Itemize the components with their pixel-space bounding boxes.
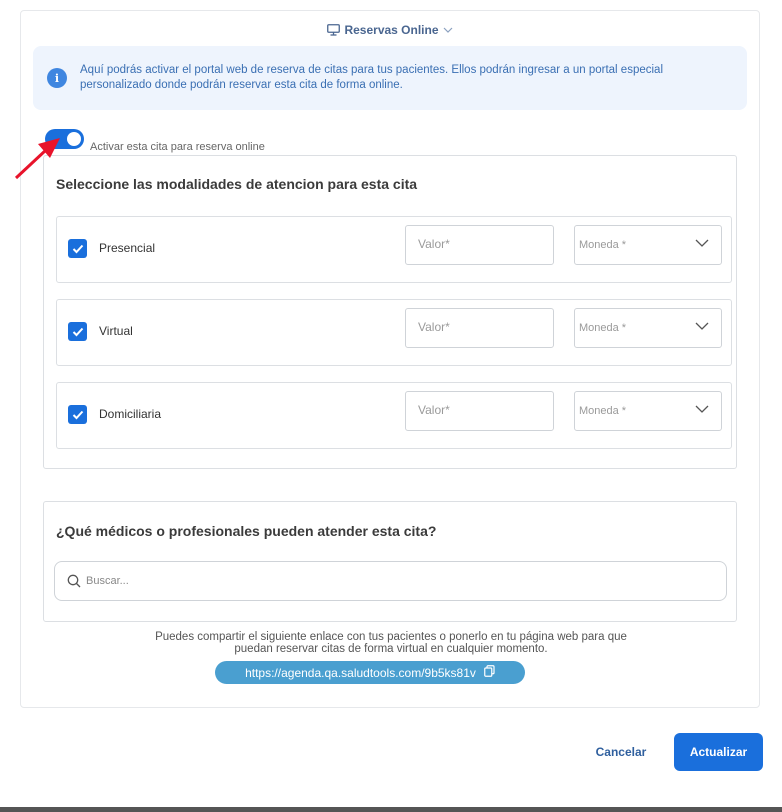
- modality-label: Virtual: [99, 324, 133, 338]
- share-line-1: Puedes compartir el siguiente enlace con…: [155, 631, 627, 643]
- check-icon: [72, 410, 83, 419]
- modality-row: Domiciliaria Valor* Moneda *: [56, 382, 732, 449]
- modality-label: Presencial: [99, 241, 156, 255]
- search-placeholder: Buscar...: [86, 575, 129, 587]
- info-text: Aquí podrás activar el portal web de res…: [80, 64, 663, 91]
- share-line-2: puedan reservar citas de forma virtual e…: [234, 643, 548, 655]
- moneda-placeholder: Moneda *: [579, 322, 627, 334]
- moneda-select[interactable]: Moneda *: [574, 308, 722, 348]
- modality-row: Presencial Valor* Moneda *: [56, 216, 732, 283]
- section-header[interactable]: Reservas Online: [21, 21, 759, 39]
- search-icon: [67, 574, 81, 588]
- professionals-search-input[interactable]: Buscar...: [54, 561, 727, 601]
- update-button[interactable]: Actualizar: [674, 733, 763, 771]
- annotation-arrow-icon: [14, 138, 60, 180]
- valor-input[interactable]: Valor*: [405, 391, 554, 431]
- copy-icon[interactable]: [484, 665, 495, 680]
- bottom-edge: [0, 807, 782, 812]
- domiciliaria-checkbox[interactable]: [68, 405, 87, 424]
- share-description: Puedes compartir el siguiente enlace con…: [0, 631, 782, 655]
- valor-input[interactable]: Valor*: [405, 308, 554, 348]
- moneda-placeholder: Moneda *: [579, 405, 627, 417]
- chevron-down-icon: [695, 322, 709, 330]
- chevron-down-icon: [443, 27, 453, 33]
- moneda-select[interactable]: Moneda *: [574, 391, 722, 431]
- info-banner: i Aquí podrás activar el portal web de r…: [33, 46, 747, 110]
- booking-url: https://agenda.qa.saludtools.com/9b5ks81…: [245, 665, 476, 680]
- modalities-section: Seleccione las modalidades de atencion p…: [43, 155, 737, 469]
- professionals-title: ¿Qué médicos o profesionales pueden aten…: [56, 523, 437, 539]
- modality-row: Virtual Valor* Moneda *: [56, 299, 732, 366]
- chevron-down-icon: [695, 405, 709, 413]
- moneda-placeholder: Moneda *: [579, 239, 627, 251]
- modalities-title: Seleccione las modalidades de atencion p…: [56, 176, 418, 192]
- online-booking-card: Reservas Online i Aquí podrás activar el…: [20, 10, 760, 708]
- check-icon: [72, 327, 83, 336]
- moneda-select[interactable]: Moneda *: [574, 225, 722, 265]
- toggle-label: Activar esta cita para reserva online: [90, 141, 265, 153]
- monitor-icon: [327, 24, 341, 36]
- booking-link-pill[interactable]: https://agenda.qa.saludtools.com/9b5ks81…: [215, 661, 525, 684]
- virtual-checkbox[interactable]: [68, 322, 87, 341]
- section-header-title: Reservas Online: [344, 23, 439, 37]
- check-icon: [72, 244, 83, 253]
- valor-input[interactable]: Valor*: [405, 225, 554, 265]
- chevron-down-icon: [695, 239, 709, 247]
- presencial-checkbox[interactable]: [68, 239, 87, 258]
- cancel-button[interactable]: Cancelar: [581, 735, 661, 769]
- professionals-section: ¿Qué médicos o profesionales pueden aten…: [43, 501, 737, 622]
- info-icon: i: [47, 68, 67, 88]
- modality-label: Domiciliaria: [99, 407, 162, 421]
